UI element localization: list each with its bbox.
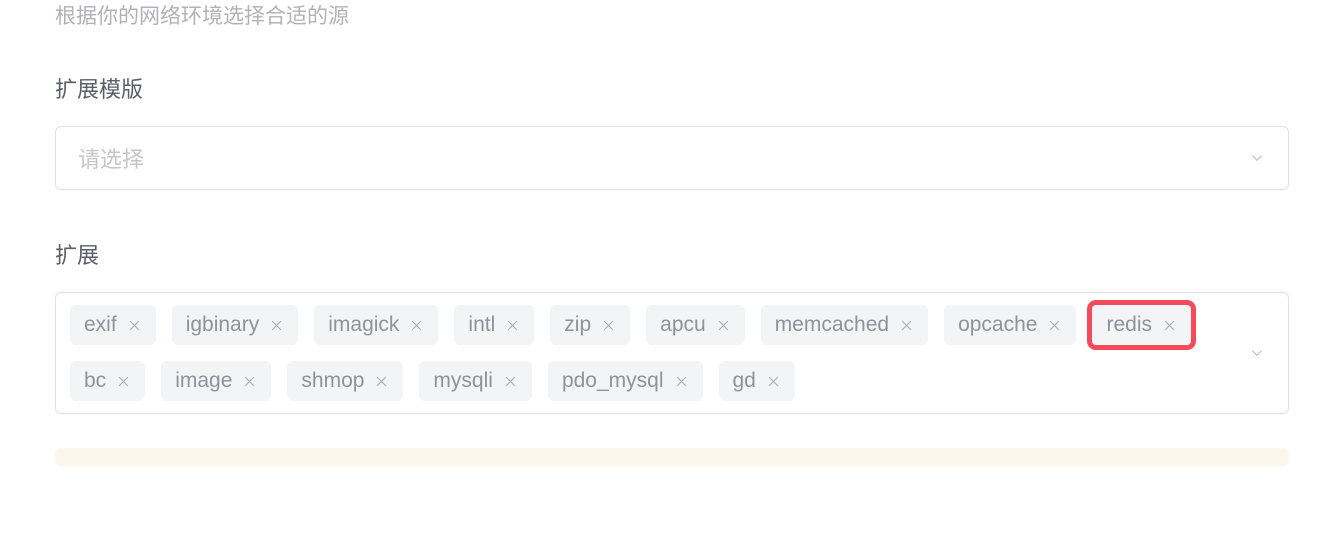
tag-label: zip (564, 313, 591, 337)
extension-tag-exif[interactable]: exif (70, 305, 156, 345)
close-icon[interactable] (505, 318, 520, 333)
extension-tag-bc[interactable]: bc (70, 361, 145, 401)
extension-tag-image[interactable]: image (161, 361, 271, 401)
extension-tag-intl[interactable]: intl (454, 305, 534, 345)
close-icon[interactable] (601, 318, 616, 333)
close-icon[interactable] (503, 374, 518, 389)
close-icon[interactable] (1162, 318, 1177, 333)
close-icon[interactable] (716, 318, 731, 333)
section-label-extensions: 扩展 (55, 238, 1289, 270)
close-icon[interactable] (766, 374, 781, 389)
tag-label: pdo_mysql (562, 369, 664, 393)
chevron-down-icon (1248, 344, 1266, 362)
extension-tag-imagick[interactable]: imagick (314, 305, 438, 345)
close-icon[interactable] (116, 374, 131, 389)
close-icon[interactable] (242, 374, 257, 389)
chevron-down-icon (1248, 149, 1266, 167)
tag-label: exif (84, 313, 117, 337)
extension-tag-apcu[interactable]: apcu (646, 305, 745, 345)
extension-tag-zip[interactable]: zip (550, 305, 630, 345)
extension-tag-shmop[interactable]: shmop (287, 361, 403, 401)
tag-label: shmop (301, 369, 364, 393)
extension-tag-mysqli[interactable]: mysqli (419, 361, 532, 401)
tag-label: mysqli (433, 369, 493, 393)
extension-tag-gd[interactable]: gd (719, 361, 795, 401)
tag-label: opcache (958, 313, 1037, 337)
tag-label: bc (84, 369, 106, 393)
extension-tag-memcached[interactable]: memcached (761, 305, 928, 345)
extension-tag-opcache[interactable]: opcache (944, 305, 1076, 345)
section-label-template: 扩展模版 (55, 72, 1289, 104)
tag-label: redis (1106, 313, 1152, 337)
tag-label: gd (733, 369, 756, 393)
tag-label: imagick (328, 313, 399, 337)
tag-label: igbinary (186, 313, 260, 337)
tag-label: image (175, 369, 232, 393)
tag-label: apcu (660, 313, 706, 337)
tag-label: intl (468, 313, 495, 337)
alert-box (55, 448, 1289, 466)
extension-tag-pdo_mysql[interactable]: pdo_mysql (548, 361, 703, 401)
close-icon[interactable] (899, 318, 914, 333)
close-icon[interactable] (409, 318, 424, 333)
close-icon[interactable] (674, 374, 689, 389)
tag-label: memcached (775, 313, 889, 337)
extension-tag-redis[interactable]: redis (1092, 305, 1191, 345)
extension-tag-igbinary[interactable]: igbinary (172, 305, 299, 345)
close-icon[interactable] (127, 318, 142, 333)
select-placeholder: 请选择 (78, 142, 144, 174)
close-icon[interactable] (1047, 318, 1062, 333)
extensions-tag-container[interactable]: exif igbinary imagick intl zip apcu memcached o… (55, 292, 1289, 414)
close-icon[interactable] (269, 318, 284, 333)
helper-text: 根据你的网络环境选择合适的源 (55, 0, 1289, 30)
template-select[interactable]: 请选择 (55, 126, 1289, 190)
close-icon[interactable] (374, 374, 389, 389)
